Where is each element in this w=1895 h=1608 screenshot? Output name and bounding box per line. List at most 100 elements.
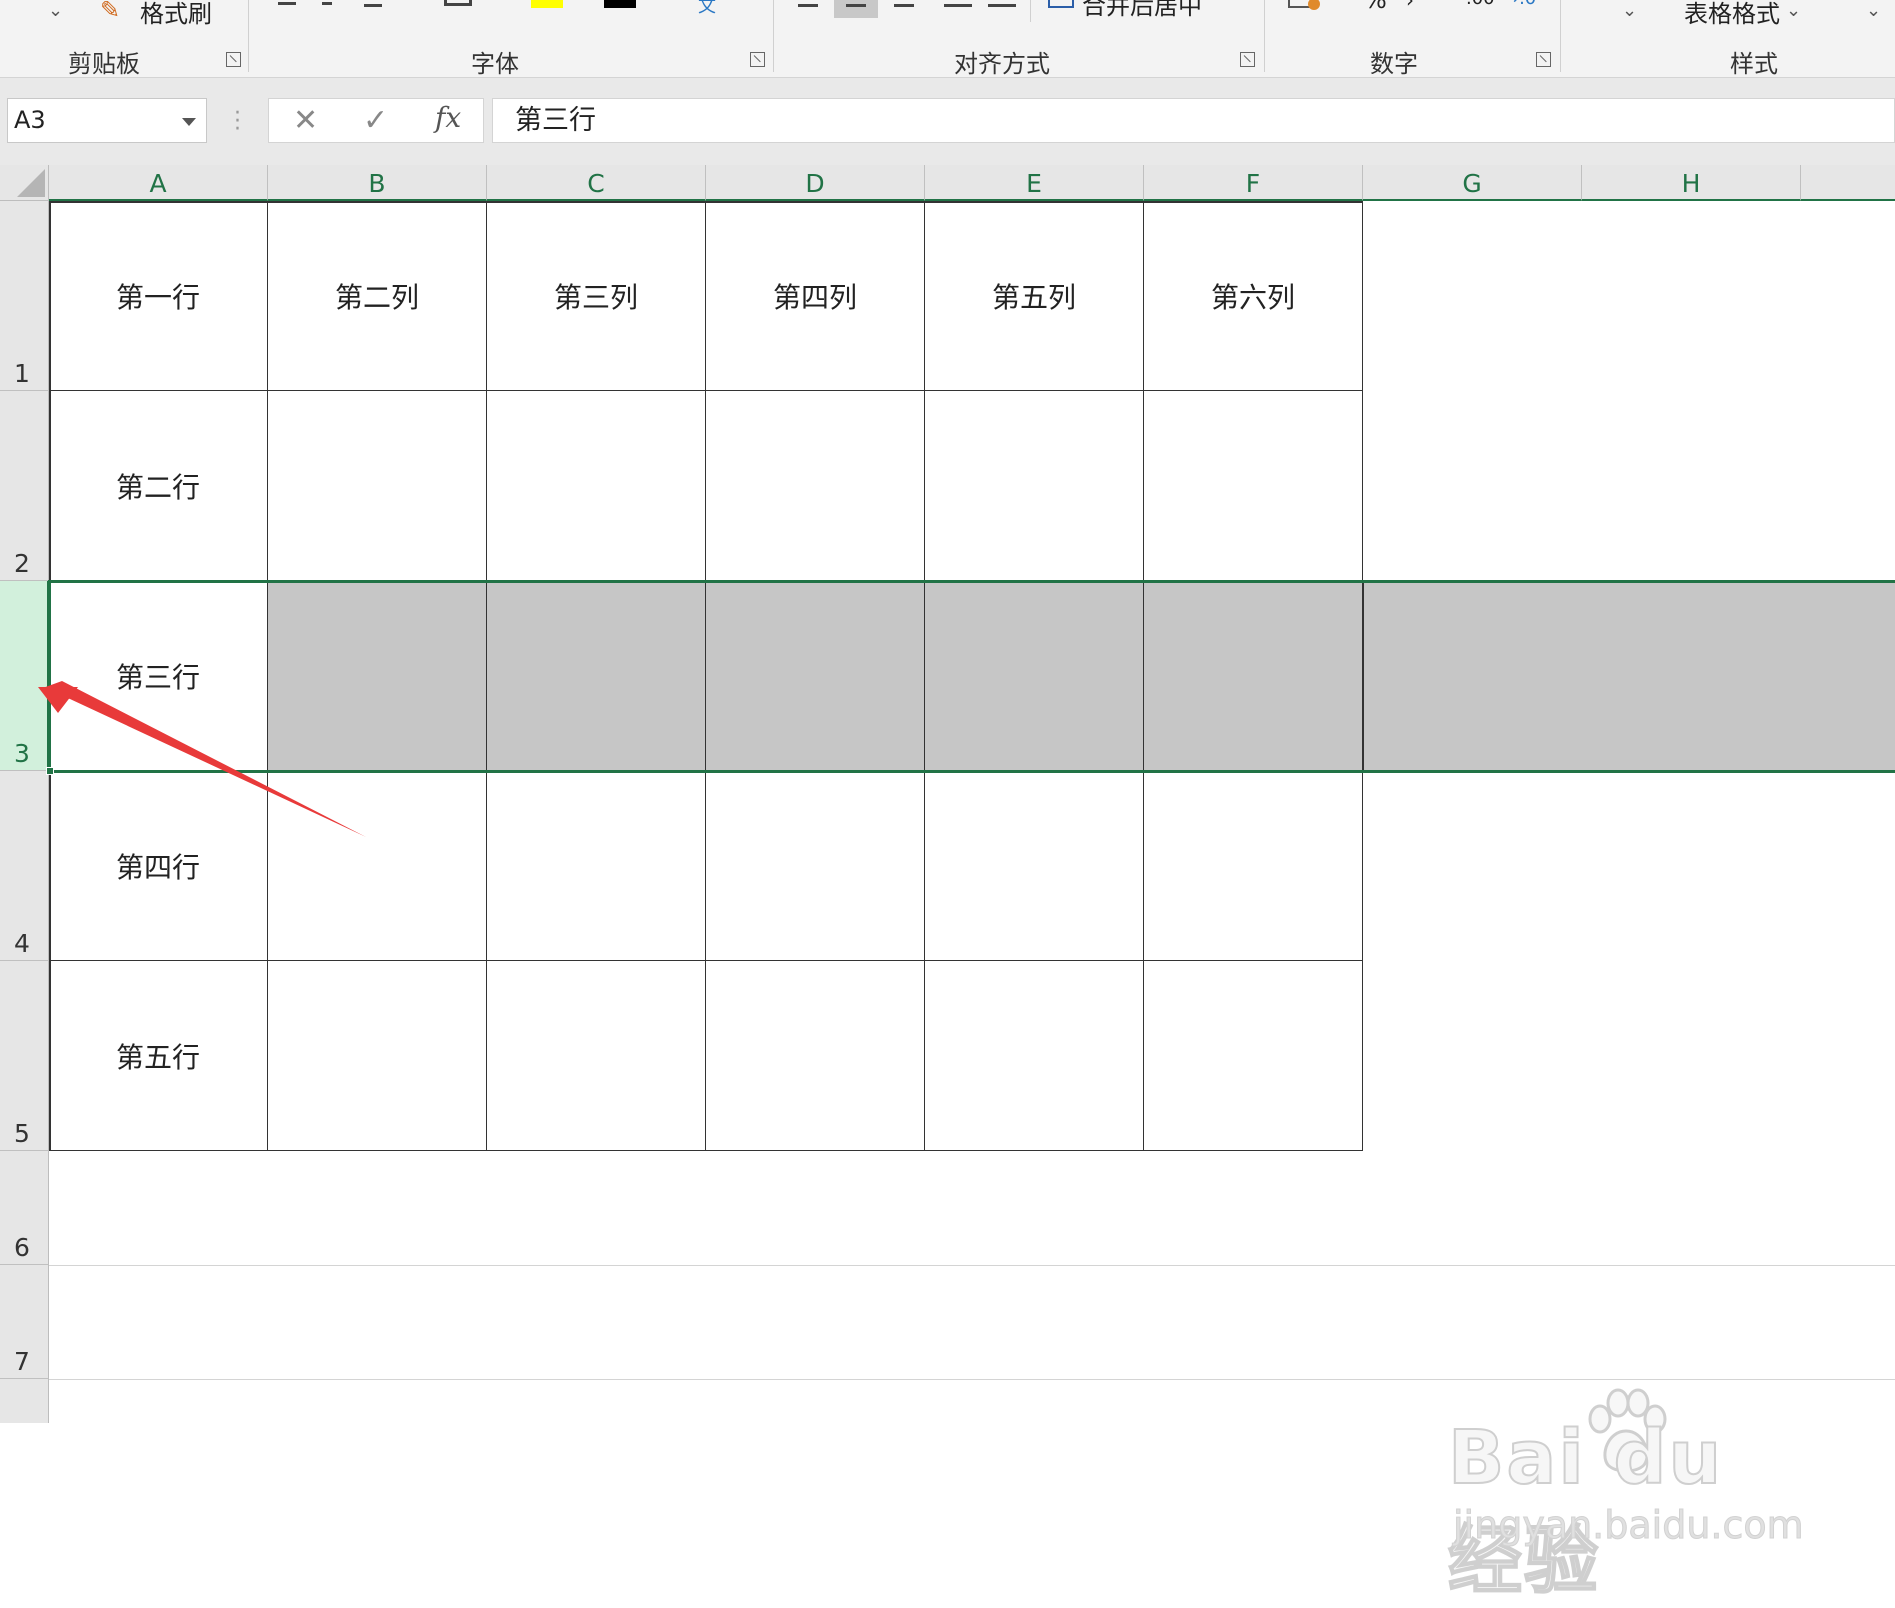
cancel-icon[interactable]: ✕ xyxy=(293,103,318,138)
row-header-7[interactable]: 7 xyxy=(0,1265,49,1379)
gridline xyxy=(49,1265,1363,1266)
cell-d1[interactable]: 第四列 xyxy=(706,201,925,391)
formula-input[interactable]: 第三行 xyxy=(492,98,1895,143)
format-painter-icon[interactable]: ✎ xyxy=(100,0,120,24)
number-launcher-icon[interactable] xyxy=(1536,52,1551,67)
cell-f4[interactable] xyxy=(1144,771,1363,961)
formula-bar-grip-icon[interactable]: · · · xyxy=(234,103,241,141)
cell-e1[interactable]: 第五列 xyxy=(925,201,1144,391)
decrease-decimal-button[interactable]: →.0 xyxy=(1504,0,1536,9)
cell-b2[interactable] xyxy=(268,391,487,581)
borders-icon[interactable] xyxy=(444,0,472,6)
row-header-5[interactable]: 5 xyxy=(0,961,49,1151)
paste-dropdown-chevron-icon[interactable]: ⌄ xyxy=(48,0,63,21)
format-as-table-chevron-icon[interactable]: ⌄ xyxy=(1786,0,1801,21)
row3-fill-extension[interactable] xyxy=(1363,581,1895,771)
row-header-label: 3 xyxy=(14,739,30,768)
enter-icon[interactable]: ✓ xyxy=(363,103,388,138)
cell-f2[interactable] xyxy=(1144,391,1363,581)
row-header-label: 7 xyxy=(14,1347,30,1376)
increase-indent-icon[interactable] xyxy=(988,4,1016,7)
column-header-f[interactable]: F xyxy=(1144,165,1363,201)
cell-c5[interactable] xyxy=(487,961,706,1151)
column-header-b[interactable]: B xyxy=(268,165,487,201)
cell-c3[interactable] xyxy=(487,581,706,771)
cell-c2[interactable] xyxy=(487,391,706,581)
cell-b5[interactable] xyxy=(268,961,487,1151)
row-header-label: 5 xyxy=(14,1119,30,1148)
row-header-1[interactable]: 1 xyxy=(0,201,49,391)
cell-a3[interactable]: 第三行 xyxy=(49,581,268,771)
row-header-6[interactable]: 6 xyxy=(0,1151,49,1265)
cell-b3[interactable] xyxy=(268,581,487,771)
name-box-dropdown-icon[interactable] xyxy=(182,118,196,126)
fill-handle[interactable] xyxy=(46,767,54,775)
column-header-next[interactable] xyxy=(1801,165,1895,201)
merge-center-label[interactable]: 合并后居中 xyxy=(1082,0,1202,21)
increase-decimal-button[interactable]: .00 xyxy=(1466,0,1495,9)
font-color-icon[interactable] xyxy=(604,0,636,8)
font-group-label: 字体 xyxy=(471,50,519,78)
conditional-format-chevron-icon[interactable]: ⌄ xyxy=(1622,0,1637,21)
row-header-2[interactable]: 2 xyxy=(0,391,49,581)
cell-e3[interactable] xyxy=(925,581,1144,771)
cell-a2[interactable]: 第二行 xyxy=(49,391,268,581)
percent-style-button[interactable]: % xyxy=(1364,0,1387,14)
column-header-a[interactable]: A xyxy=(49,165,268,201)
cell-c4[interactable] xyxy=(487,771,706,961)
cell-a5[interactable]: 第五行 xyxy=(49,961,268,1151)
italic-icon[interactable] xyxy=(322,2,332,5)
ribbon: ⌄ ✎ 格式刷 剪贴板 文 字体 合并后居中 对齐方式 % › .00 →.0 … xyxy=(0,0,1895,78)
worksheet-grid[interactable]: A B C D E F G H 1 2 3 4 5 6 7 第一行 第二列 第三… xyxy=(0,165,1895,1605)
cell-d2[interactable] xyxy=(706,391,925,581)
column-header-d[interactable]: D xyxy=(706,165,925,201)
select-all-button[interactable] xyxy=(0,165,49,201)
cell-f5[interactable] xyxy=(1144,961,1363,1151)
column-header-g[interactable]: G xyxy=(1363,165,1582,201)
format-painter-label[interactable]: 格式刷 xyxy=(140,0,212,29)
cell-e2[interactable] xyxy=(925,391,1144,581)
clipboard-launcher-icon[interactable] xyxy=(226,52,241,67)
row-header-4[interactable]: 4 xyxy=(0,771,49,961)
fill-color-icon[interactable] xyxy=(531,0,563,8)
format-as-table-label[interactable]: 表格格式 xyxy=(1684,0,1780,29)
align-bottom-icon[interactable] xyxy=(894,4,914,7)
bold-icon[interactable] xyxy=(278,2,296,5)
group-divider xyxy=(773,0,774,72)
underline-icon[interactable] xyxy=(364,4,382,7)
cell-d3[interactable] xyxy=(706,581,925,771)
cell-d4[interactable] xyxy=(706,771,925,961)
align-middle-icon[interactable] xyxy=(834,0,878,18)
cell-c1[interactable]: 第三列 xyxy=(487,201,706,391)
row-header-8[interactable] xyxy=(0,1379,49,1423)
cell-d5[interactable] xyxy=(706,961,925,1151)
comma-style-icon[interactable]: › xyxy=(1406,0,1414,12)
cell-a4[interactable]: 第四行 xyxy=(49,771,268,961)
cell-a1[interactable]: 第一行 xyxy=(49,201,268,391)
cell-border xyxy=(1363,581,1895,583)
cell-f1[interactable]: 第六列 xyxy=(1144,201,1363,391)
row-header-3[interactable]: 3 xyxy=(0,581,49,771)
font-launcher-icon[interactable] xyxy=(750,52,765,67)
cell-b4[interactable] xyxy=(268,771,487,961)
cell-f3[interactable] xyxy=(1144,581,1363,771)
column-header-e[interactable]: E xyxy=(925,165,1144,201)
alignment-launcher-icon[interactable] xyxy=(1240,52,1255,67)
align-top-icon[interactable] xyxy=(798,4,818,7)
name-box[interactable]: A3 xyxy=(7,98,207,143)
styles-group-label: 样式 xyxy=(1730,50,1778,78)
phonetic-icon[interactable]: 文 xyxy=(698,0,716,18)
decrease-indent-icon[interactable] xyxy=(944,4,972,7)
accounting-format-icon[interactable] xyxy=(1288,0,1320,10)
merge-center-icon[interactable] xyxy=(1048,0,1074,8)
group-divider xyxy=(248,0,249,72)
cell-styles-chevron-icon[interactable]: ⌄ xyxy=(1866,0,1881,21)
name-box-value: A3 xyxy=(14,106,46,134)
insert-function-icon[interactable]: fx xyxy=(435,101,461,134)
cell-e4[interactable] xyxy=(925,771,1144,961)
cell-e5[interactable] xyxy=(925,961,1144,1151)
row-header-label: 1 xyxy=(14,359,30,388)
cell-b1[interactable]: 第二列 xyxy=(268,201,487,391)
column-header-c[interactable]: C xyxy=(487,165,706,201)
column-header-h[interactable]: H xyxy=(1582,165,1801,201)
